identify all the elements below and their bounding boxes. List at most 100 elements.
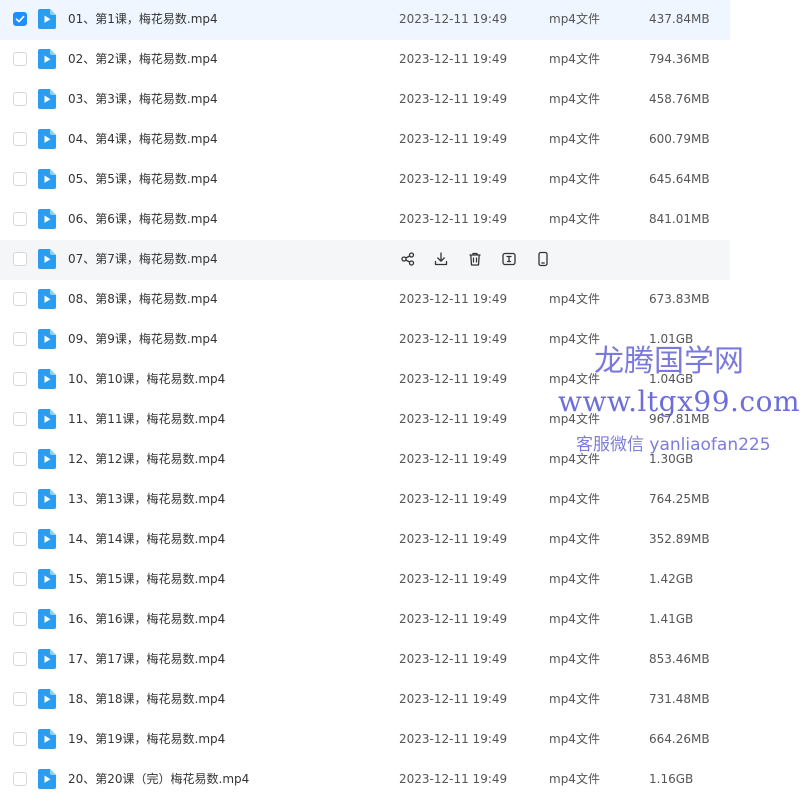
file-type: mp4文件: [549, 292, 600, 306]
row-checkbox[interactable]: [13, 132, 27, 146]
row-checkbox[interactable]: [13, 652, 27, 666]
row-checkbox[interactable]: [13, 732, 27, 746]
file-size: 794.36MB: [649, 52, 710, 66]
file-row[interactable]: 17、第17课，梅花易数.mp4 2023-12-11 19:49 mp4文件 853…: [0, 640, 730, 680]
file-size: 841.01MB: [649, 212, 710, 226]
row-checkbox[interactable]: [13, 12, 27, 26]
file-date: 2023-12-11 19:49: [399, 12, 508, 26]
file-name[interactable]: 14、第14课，梅花易数.mp4: [68, 520, 225, 558]
file-row[interactable]: 05、第5课，梅花易数.mp4 2023-12-11 19:49 mp4文件 645.…: [0, 160, 730, 200]
row-checkbox[interactable]: [13, 92, 27, 106]
file-size: 664.26MB: [649, 732, 710, 746]
row-checkbox[interactable]: [13, 692, 27, 706]
file-size: 600.79MB: [649, 132, 710, 146]
file-name[interactable]: 09、第9课，梅花易数.mp4: [68, 320, 218, 358]
file-row[interactable]: 19、第19课，梅花易数.mp4 2023-12-11 19:49 mp4文件 664…: [0, 720, 730, 760]
video-file-icon: [38, 249, 56, 269]
file-row[interactable]: 18、第18课，梅花易数.mp4 2023-12-11 19:49 mp4文件 731…: [0, 680, 730, 720]
video-file-icon: [38, 529, 56, 549]
file-name[interactable]: 02、第2课，梅花易数.mp4: [68, 40, 218, 78]
file-size: 673.83MB: [649, 292, 710, 306]
video-file-icon: [38, 649, 56, 669]
rename-icon[interactable]: [500, 250, 518, 268]
file-name[interactable]: 01、第1课，梅花易数.mp4: [68, 0, 218, 38]
share-icon[interactable]: [399, 250, 417, 268]
video-file-icon: [38, 9, 56, 29]
file-name[interactable]: 04、第4课，梅花易数.mp4: [68, 120, 218, 158]
file-size: 1.01GB: [649, 332, 694, 346]
row-checkbox[interactable]: [13, 212, 27, 226]
file-size: 1.04GB: [649, 372, 694, 386]
file-name[interactable]: 15、第15课，梅花易数.mp4: [68, 560, 225, 598]
file-row[interactable]: 13、第13课，梅花易数.mp4 2023-12-11 19:49 mp4文件 764…: [0, 480, 730, 520]
file-date: 2023-12-11 19:49: [399, 92, 508, 106]
file-name[interactable]: 10、第10课，梅花易数.mp4: [68, 360, 225, 398]
row-checkbox[interactable]: [13, 612, 27, 626]
file-name[interactable]: 06、第6课，梅花易数.mp4: [68, 200, 218, 238]
file-date: 2023-12-11 19:49: [399, 132, 508, 146]
file-row[interactable]: 15、第15课，梅花易数.mp4 2023-12-11 19:49 mp4文件 1.4…: [0, 560, 730, 600]
file-row[interactable]: 01、第1课，梅花易数.mp4 2023-12-11 19:49 mp4文件 437.…: [0, 0, 730, 40]
file-name[interactable]: 08、第8课，梅花易数.mp4: [68, 280, 218, 318]
row-checkbox[interactable]: [13, 532, 27, 546]
row-checkbox[interactable]: [13, 332, 27, 346]
video-file-icon: [38, 489, 56, 509]
file-row[interactable]: 03、第3课，梅花易数.mp4 2023-12-11 19:49 mp4文件 458.…: [0, 80, 730, 120]
file-name[interactable]: 05、第5课，梅花易数.mp4: [68, 160, 218, 198]
delete-icon[interactable]: [466, 250, 484, 268]
row-checkbox[interactable]: [13, 52, 27, 66]
file-type: mp4文件: [549, 132, 600, 146]
file-row[interactable]: 12、第12课，梅花易数.mp4 2023-12-11 19:49 mp4文件 1.3…: [0, 440, 730, 480]
row-checkbox[interactable]: [13, 292, 27, 306]
file-name[interactable]: 12、第12课，梅花易数.mp4: [68, 440, 225, 478]
file-row[interactable]: 06、第6课，梅花易数.mp4 2023-12-11 19:49 mp4文件 841.…: [0, 200, 730, 240]
file-date: 2023-12-11 19:49: [399, 772, 508, 786]
file-name[interactable]: 17、第17课，梅花易数.mp4: [68, 640, 225, 678]
file-name[interactable]: 16、第16课，梅花易数.mp4: [68, 600, 225, 638]
file-row[interactable]: 14、第14课，梅花易数.mp4 2023-12-11 19:49 mp4文件 352…: [0, 520, 730, 560]
video-file-icon: [38, 89, 56, 109]
file-row[interactable]: 04、第4课，梅花易数.mp4 2023-12-11 19:49 mp4文件 600.…: [0, 120, 730, 160]
file-type: mp4文件: [549, 652, 600, 666]
file-name[interactable]: 07、第7课，梅花易数.mp4: [68, 240, 218, 278]
file-row[interactable]: 08、第8课，梅花易数.mp4 2023-12-11 19:49 mp4文件 673.…: [0, 280, 730, 320]
file-row[interactable]: 16、第16课，梅花易数.mp4 2023-12-11 19:49 mp4文件 1.4…: [0, 600, 730, 640]
file-type: mp4文件: [549, 52, 600, 66]
file-size: 1.30GB: [649, 452, 694, 466]
file-size: 1.41GB: [649, 612, 694, 626]
download-icon[interactable]: [432, 250, 450, 268]
video-file-icon: [38, 449, 56, 469]
file-row[interactable]: 07、第7课，梅花易数.mp4: [0, 240, 730, 280]
file-type: mp4文件: [549, 12, 600, 26]
file-row[interactable]: 09、第9课，梅花易数.mp4 2023-12-11 19:49 mp4文件 1.01…: [0, 320, 730, 360]
file-date: 2023-12-11 19:49: [399, 492, 508, 506]
file-type: mp4文件: [549, 372, 600, 386]
row-checkbox[interactable]: [13, 572, 27, 586]
row-checkbox[interactable]: [13, 412, 27, 426]
file-date: 2023-12-11 19:49: [399, 372, 508, 386]
file-date: 2023-12-11 19:49: [399, 332, 508, 346]
mobile-icon[interactable]: [534, 250, 552, 268]
file-name[interactable]: 03、第3课，梅花易数.mp4: [68, 80, 218, 118]
row-checkbox[interactable]: [13, 772, 27, 786]
file-row[interactable]: 11、第11课，梅花易数.mp4 2023-12-11 19:49 mp4文件 967…: [0, 400, 730, 440]
file-date: 2023-12-11 19:49: [399, 52, 508, 66]
file-row[interactable]: 02、第2课，梅花易数.mp4 2023-12-11 19:49 mp4文件 794.…: [0, 40, 730, 80]
video-file-icon: [38, 129, 56, 149]
file-row[interactable]: 10、第10课，梅花易数.mp4 2023-12-11 19:49 mp4文件 1.0…: [0, 360, 730, 400]
row-checkbox[interactable]: [13, 492, 27, 506]
file-name[interactable]: 19、第19课，梅花易数.mp4: [68, 720, 225, 758]
file-type: mp4文件: [549, 492, 600, 506]
video-file-icon: [38, 329, 56, 349]
file-type: mp4文件: [549, 532, 600, 546]
video-file-icon: [38, 209, 56, 229]
row-checkbox[interactable]: [13, 252, 27, 266]
file-name[interactable]: 11、第11课，梅花易数.mp4: [68, 400, 225, 438]
row-checkbox[interactable]: [13, 172, 27, 186]
row-checkbox[interactable]: [13, 372, 27, 386]
file-name[interactable]: 13、第13课，梅花易数.mp4: [68, 480, 225, 518]
row-checkbox[interactable]: [13, 452, 27, 466]
file-name[interactable]: 20、第20课（完）梅花易数.mp4: [68, 760, 249, 798]
file-row[interactable]: 20、第20课（完）梅花易数.mp4 2023-12-11 19:49 mp4文件 1…: [0, 760, 730, 800]
file-name[interactable]: 18、第18课，梅花易数.mp4: [68, 680, 225, 718]
